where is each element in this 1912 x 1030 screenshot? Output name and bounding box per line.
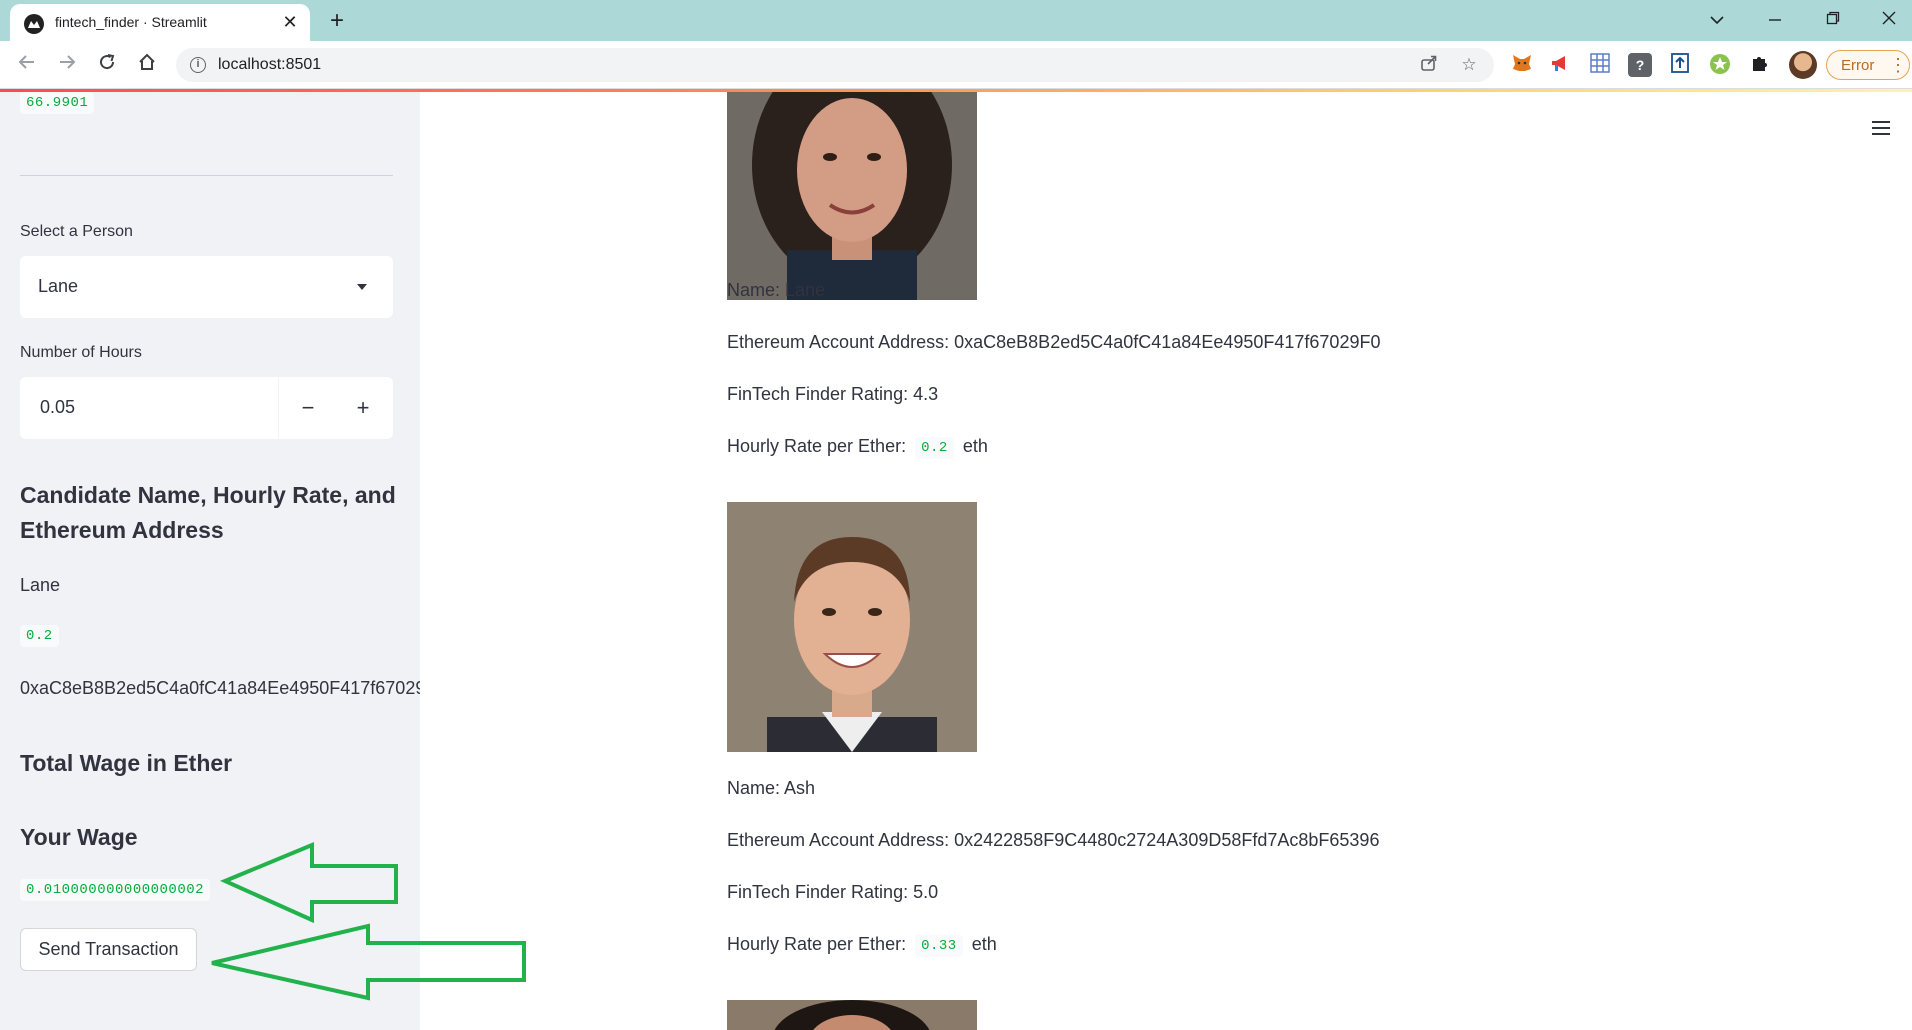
candidate-photo-3 (727, 1000, 977, 1030)
back-icon[interactable] (12, 50, 42, 80)
number-of-hours-label: Number of Hours (20, 344, 142, 361)
browser-tab[interactable]: fintech_finder · Streamlit ✕ (10, 4, 310, 41)
browser-menu-icon[interactable]: ⋮ (1889, 54, 1907, 76)
your-wage-heading: Your Wage (20, 824, 138, 850)
hours-number-input[interactable]: 0.05 − + (20, 377, 393, 439)
profile-avatar[interactable] (1789, 51, 1817, 79)
profile-error-button[interactable]: Error ⋮ (1826, 50, 1910, 80)
tab-title: fintech_finder · Streamlit (55, 14, 207, 30)
total-wage-heading: Total Wage in Ether (20, 750, 233, 776)
candidate-1-rating: FinTech Finder Rating: 4.3 (727, 384, 939, 404)
sidebar-divider (20, 175, 393, 176)
candidate-photo-ash (727, 502, 977, 752)
minimize-icon[interactable] (1760, 6, 1790, 36)
send-transaction-button[interactable]: Send Transaction (20, 928, 197, 971)
grid-icon[interactable] (1588, 53, 1612, 77)
wage-value: 0.010000000000000002 (20, 879, 211, 901)
rate-value: 0.33 (915, 935, 963, 957)
reload-icon[interactable] (92, 50, 122, 80)
hours-value: 0.05 (40, 397, 76, 417)
candidate-name: Lane (20, 575, 61, 595)
candidate-photo-lane (727, 92, 977, 300)
main-content: Name: Lane Ethereum Account Address: 0xa… (420, 92, 1912, 1030)
bookmark-star-icon[interactable]: ☆ (1458, 54, 1480, 76)
restore-icon[interactable] (1818, 6, 1848, 36)
candidate-2-rate: Hourly Rate per Ether: 0.33 eth (727, 934, 997, 957)
help-icon[interactable]: ? (1628, 53, 1652, 77)
tab-search-icon[interactable] (1702, 6, 1732, 36)
candidate-heading-line1: Candidate Name, Hourly Rate, and (20, 482, 396, 508)
error-label: Error (1841, 57, 1875, 74)
increment-button[interactable]: + (345, 390, 381, 426)
rate-unit: eth (962, 436, 988, 456)
tab-close-icon[interactable]: ✕ (278, 10, 302, 34)
browser-tabbar: fintech_finder · Streamlit ✕ + (0, 0, 1912, 41)
candidate-heading-line2: Ethereum Address (20, 517, 224, 543)
upload-icon[interactable] (1668, 53, 1692, 77)
decrement-button[interactable]: − (290, 390, 326, 426)
sidebar: 66.9901 Select a Person Lane Number of H… (0, 92, 420, 1030)
site-info-icon[interactable]: i (190, 57, 206, 73)
sidebar-top-value: 66.9901 (20, 92, 95, 114)
rate-prefix: Hourly Rate per Ether: (727, 436, 907, 456)
candidate-2-address: Ethereum Account Address: 0x2422858F9C44… (727, 830, 1380, 850)
close-window-icon[interactable] (1874, 6, 1904, 36)
share-icon[interactable] (1418, 54, 1440, 76)
forward-icon[interactable] (52, 50, 82, 80)
candidate-1-name: Name: Lane (727, 280, 826, 300)
star-badge-icon[interactable] (1708, 53, 1732, 77)
rate-prefix: Hourly Rate per Ether: (727, 934, 907, 954)
home-icon[interactable] (132, 50, 162, 80)
selected-person: Lane (38, 276, 79, 296)
url-text: localhost:8501 (218, 56, 322, 73)
new-tab-button[interactable]: + (322, 6, 352, 36)
candidate-rate: 0.2 (20, 625, 59, 647)
number-input-separator (278, 377, 279, 439)
streamlit-favicon-icon (24, 14, 44, 34)
megaphone-icon[interactable] (1548, 53, 1572, 77)
candidate-2-name: Name: Ash (727, 778, 816, 798)
candidate-address: 0xaC8eB8B2ed5C4a0fC41a84Ee4950F417f67029… (20, 678, 420, 698)
candidate-1-rate: Hourly Rate per Ether: 0.2 eth (727, 436, 988, 459)
extensions-puzzle-icon[interactable] (1748, 53, 1772, 77)
browser-toolbar: i localhost:8501 ☆ ? Error ⋮ (0, 41, 1912, 89)
chevron-down-icon (357, 284, 367, 290)
candidate-1-address: Ethereum Account Address: 0xaC8eB8B2ed5C… (727, 332, 1381, 352)
hamburger-menu-icon[interactable] (1867, 117, 1895, 139)
rate-value: 0.2 (915, 437, 954, 459)
candidate-2-rating: FinTech Finder Rating: 5.0 (727, 882, 939, 902)
address-bar[interactable]: i localhost:8501 ☆ (176, 48, 1494, 82)
select-person-dropdown[interactable]: Lane (20, 256, 393, 318)
metamask-icon[interactable] (1510, 53, 1534, 77)
select-person-label: Select a Person (20, 223, 133, 240)
rate-unit: eth (971, 934, 997, 954)
